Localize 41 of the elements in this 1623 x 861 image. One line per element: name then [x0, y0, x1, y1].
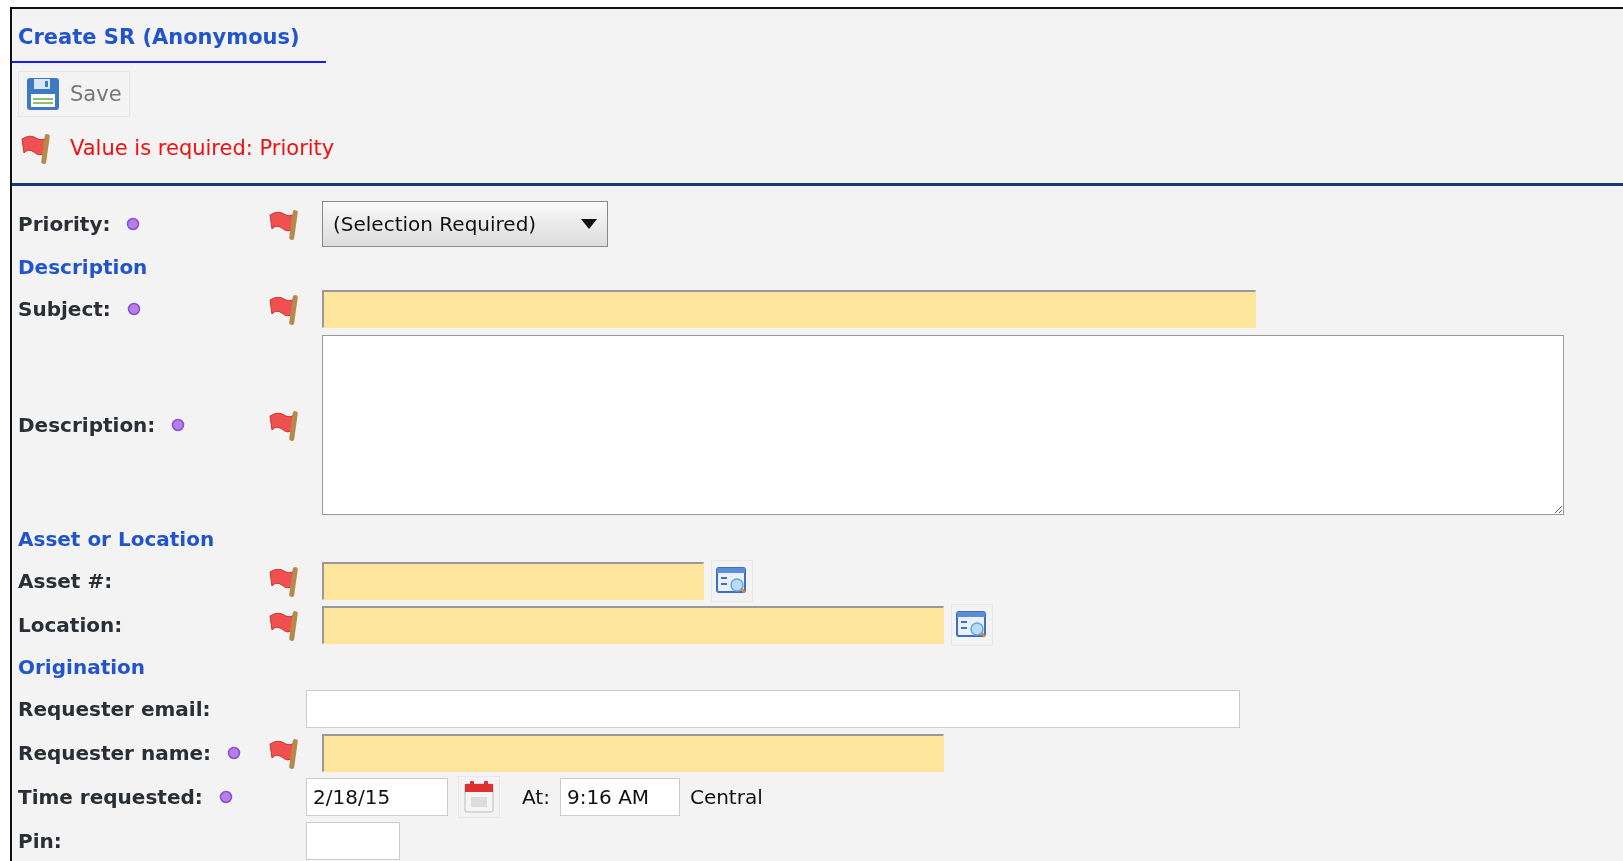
field-label: Time requested:: [18, 785, 203, 809]
lookup-button[interactable]: [711, 560, 753, 602]
priority-dropdown[interactable]: (Selection Required): [322, 201, 608, 247]
flag-icon: [268, 408, 300, 442]
field-label: Requester name:: [18, 741, 212, 765]
section-heading: Description: [18, 254, 149, 281]
lookup-button[interactable]: [951, 604, 993, 646]
field-label: Priority:: [18, 212, 111, 236]
flag-icon: [268, 207, 300, 241]
input-field[interactable]: [306, 822, 400, 860]
field-label: Asset #:: [18, 569, 113, 593]
input-field[interactable]: [322, 606, 944, 644]
flag-icon: [268, 564, 300, 598]
calendar-icon: [463, 780, 495, 814]
flag-icon: [268, 608, 300, 642]
flag-icon: [268, 292, 300, 326]
lookup-icon: [716, 566, 748, 596]
calendar-button[interactable]: [458, 776, 500, 818]
input-field[interactable]: [322, 290, 1256, 328]
input-field[interactable]: [322, 562, 704, 600]
field-label: Pin:: [18, 829, 62, 853]
textarea-field[interactable]: [322, 335, 1564, 515]
section-heading: Asset or Location: [18, 526, 216, 553]
input-field[interactable]: [306, 690, 1240, 728]
input-field[interactable]: [322, 734, 944, 772]
flag-icon: [20, 131, 52, 165]
page-title: Create SR (Anonymous): [12, 17, 326, 63]
date-field[interactable]: 2/18/15: [306, 778, 448, 816]
save-button[interactable]: Save: [18, 71, 130, 117]
section-heading: Origination: [18, 654, 147, 681]
field-label: Requester email:: [18, 697, 211, 721]
caret-icon: [581, 219, 597, 229]
lookup-icon: [956, 610, 988, 640]
time-field[interactable]: 9:16 AM: [559, 778, 680, 816]
timezone-label: Central: [689, 785, 763, 809]
flag-icon: [268, 736, 300, 770]
field-label: Location:: [18, 613, 123, 637]
at-label: At:: [522, 785, 550, 809]
field-label: Subject:: [18, 297, 111, 321]
error-message: Value is required: Priority: [70, 136, 335, 160]
field-label: Description:: [18, 413, 156, 437]
